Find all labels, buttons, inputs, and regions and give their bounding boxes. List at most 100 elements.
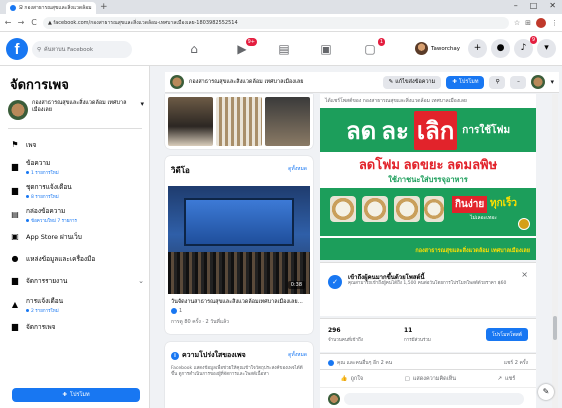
create-plus-icon[interactable]: + [468, 39, 487, 58]
notifications-icon: ▆ [11, 186, 19, 195]
page-switcher[interactable]: กองสาธารณสุขและสิ่งแวดล้อม เทศบาลเมืองเล… [8, 100, 144, 120]
food-container-image [424, 196, 444, 222]
page-transparency-card: i ความโปร่งใสของเพจ ดูทั้งหมด Facebook แ… [165, 342, 313, 408]
messenger-icon[interactable]: ● [491, 39, 510, 58]
engagement-label: การมีส่วนร่วม [404, 338, 431, 343]
extension-icon[interactable]: ⊞ [525, 19, 531, 27]
search-icon: ⚲ [495, 79, 500, 85]
edit-button-label: แก้ไขส่งข้อความ [395, 79, 436, 85]
food-container-image [394, 196, 420, 222]
browser-profile-avatar[interactable] [536, 17, 546, 28]
share-count[interactable]: แชร์ 2 ครั้ง [504, 359, 528, 367]
videos-see-all-link[interactable]: ดูทั้งหมด [288, 165, 307, 173]
maximize-button[interactable]: □ [530, 1, 538, 10]
marketplace-icon[interactable]: ▤ [274, 40, 294, 58]
sidebar-item-inbox[interactable]: ▆ ข้อความ 1 รายการใหม่ [10, 158, 144, 176]
acting-as-avatar[interactable] [531, 75, 546, 89]
comment-label: แสดงความคิดเห็น [412, 375, 456, 382]
poster-headline-tail: การใช้โฟม [462, 124, 511, 136]
sidebar-divider [8, 128, 142, 129]
back-arrow-icon[interactable]: ← [4, 18, 12, 27]
share-button[interactable]: ↗ แชร์ [497, 375, 515, 383]
sidebar-promote-button[interactable]: ✚ โปรโมท [12, 388, 140, 402]
sidebar-page-name: กองสาธารณสุขและสิ่งแวดล้อม เทศบาลเมืองเล… [32, 100, 127, 113]
comment-button[interactable]: ▢ แสดงความคิดเห็น [405, 375, 456, 383]
sidebar-item-reports[interactable]: ▆ จัดการรายงาน ⌄ [10, 276, 144, 286]
browser-menu-icon[interactable]: ⋮ [551, 19, 558, 27]
page-header-name[interactable]: กองสาธารณสุขและสิ่งแวดล้อม เทศบาลเมืองเล… [189, 78, 378, 86]
bookmark-star-icon[interactable]: ☆ [514, 19, 520, 27]
sidebar-item-alerts[interactable]: ▲ การแจ้งเตือน 2 รายการใหม่ [10, 296, 144, 314]
comment-input[interactable] [344, 393, 524, 405]
poster-word-decrease: ละ [381, 117, 409, 145]
watch-badge: 9+ [245, 38, 257, 46]
sidebar-item-page[interactable]: ⚑ เพจ [10, 140, 144, 150]
sidebar-item-messages[interactable]: ▤ กล่องข้อความ ข้อความใหม่ 7 รายการ [10, 206, 144, 224]
sidebar-item-app-store[interactable]: ▣ App Store ผ่านเว็บ [10, 232, 144, 242]
facebook-search-input[interactable]: ⚲ ค้นหาบน Facebook [32, 41, 132, 58]
new-message-edit-icon[interactable]: ✎ [538, 384, 554, 400]
notifications-bell-icon[interactable]: ♪ 9 [514, 36, 537, 58]
user-profile-chip[interactable]: Taworchay [411, 40, 464, 57]
close-window-button[interactable]: ✕ [549, 1, 556, 10]
videos-card-title: วิดีโอ [171, 166, 190, 175]
page-scrollbar-track[interactable] [552, 94, 558, 408]
url-field[interactable]: ▲ facebook.com/กองสาธารณสุขและสิ่งแวดล้อ… [43, 16, 509, 29]
account-chevron-icon[interactable]: ▾ [537, 39, 556, 58]
poster-headline: ลด ละ เลิก การใช้โฟม [320, 108, 536, 152]
video-thumbnail[interactable]: 0:38 [168, 186, 310, 294]
sidebar-item-resources[interactable]: ● แหล่งข้อมูลและเครื่องมือ [10, 254, 144, 264]
watch-icon[interactable]: ▶ 9+ [232, 38, 257, 58]
photo-thumbnail[interactable] [264, 97, 310, 146]
video-likes-count: 1 [179, 308, 183, 314]
messages-icon: ▤ [11, 210, 19, 219]
reaction-count[interactable]: คุณ และคนอื่นๆ อีก 2 คน [328, 359, 392, 367]
poster-clean-text: ไม่เลอะเทอะ [470, 215, 497, 221]
post-stats: 296 จำนวนคนที่เข้าถึง 11 การมีส่วนร่วม โ… [320, 318, 536, 352]
browser-tab[interactable]: Ձ กองสาธารณสุขและสิ่งแวดล้อม × [6, 2, 96, 14]
photo-thumbnail[interactable] [168, 97, 214, 146]
poster-footer: กองสาธารณสุขและสิ่งแวดล้อม เทศบาลเมืองเล… [320, 238, 536, 260]
share-label: แชร์ [505, 375, 516, 382]
home-icon[interactable]: ⌂ [184, 40, 204, 58]
engagement-count: 11 [404, 327, 413, 334]
gaming-badge: 1 [377, 38, 385, 46]
forward-arrow-icon[interactable]: → [17, 18, 25, 27]
page-scrollbar-thumb[interactable] [553, 316, 557, 340]
boost-suggestion: ✓ เข้าถึงผู้คนมากขึ้นด้วยโพสต์นี้ คุณสาม… [320, 262, 536, 316]
facebook-logo-icon[interactable]: f [6, 38, 28, 60]
video-likes: 1 [171, 308, 182, 314]
sidebar-item-label: เพจ [26, 141, 37, 149]
notifications-badge: 9 [529, 36, 537, 44]
edit-send-message-button[interactable]: ✎ แก้ไขส่งข้อความ [382, 75, 442, 89]
transparency-title: i ความโปร่งใสของเพจ [171, 350, 246, 361]
facebook-top-bar: f ⚲ ค้นหาบน Facebook ⌂ ▶ 9+ ▤ ▣ ▢ 1 Taworc… [0, 32, 562, 66]
reaction-summary: คุณ และคนอื่นๆ อีก 2 คน แชร์ 2 ครั้ง [320, 353, 536, 369]
minimize-button[interactable]: – [514, 1, 518, 10]
groups-icon[interactable]: ▣ [316, 40, 336, 58]
close-icon[interactable]: × [521, 270, 528, 279]
search-page-button[interactable]: ⚲ [489, 75, 506, 89]
new-tab-button[interactable]: + [100, 2, 108, 12]
post-image[interactable]: ลด ละ เลิก การใช้โฟม ลดโฟม ลดขยะ ลดมลพิษ… [320, 108, 536, 260]
header-promote-button[interactable]: ✚ โปรโมท [446, 75, 485, 89]
browser-tab-title: Ձ กองสาธารณสุขและสิ่งแวดล้อม × [19, 5, 92, 11]
gaming-icon[interactable]: ▢ 1 [360, 38, 385, 58]
like-button[interactable]: 👍 ถูกใจ [341, 375, 363, 383]
poster-eat-text: กินง่าย [452, 196, 488, 213]
flag-icon: ⚑ [11, 140, 19, 149]
transparency-title-text: ความโปร่งใสของเพจ [182, 351, 246, 359]
video-caption[interactable]: วันจัดงานสาธารณสุขและสิ่งแวดล้อมเทศบาลเม… [171, 298, 307, 306]
photo-thumbnail[interactable] [216, 97, 262, 146]
page-avatar[interactable] [170, 75, 184, 89]
acting-as-caret-icon[interactable]: ▾ [550, 78, 554, 86]
more-options-button[interactable]: – [510, 75, 527, 89]
transparency-text: Facebook แสดงข้อมูลเพื่อช่วยให้คุณเข้าใจ… [171, 366, 303, 377]
transparency-see-all-link[interactable]: ดูทั้งหมด [288, 351, 307, 359]
sidebar-item-manage[interactable]: ▆ จัดการเพจ [10, 322, 144, 332]
boost-post-button[interactable]: โปรโมทโพสต์ [485, 328, 528, 341]
sidebar-item-label: App Store ผ่านเว็บ [26, 233, 82, 241]
reload-icon[interactable]: C [30, 18, 38, 27]
videos-card: วิดีโอ ดูทั้งหมด 0:38 วันจัดงานสาธารณสุข… [165, 156, 313, 334]
sidebar-item-notifications[interactable]: ▆ ชุดการแจ้งเตือน 8 รายการใหม่ [10, 182, 144, 200]
